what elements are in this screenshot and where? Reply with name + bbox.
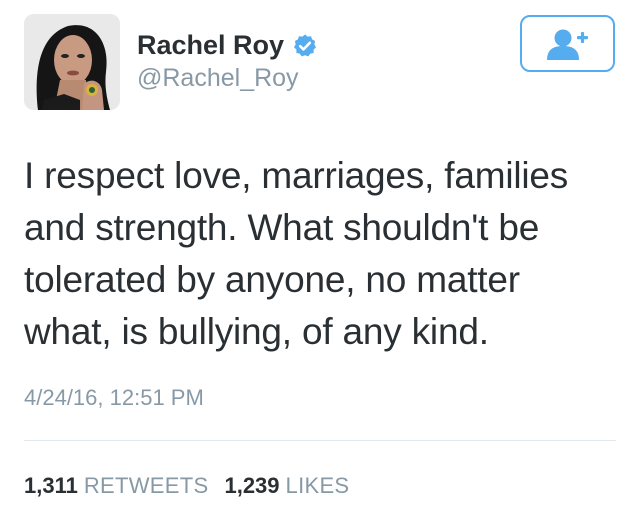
display-name[interactable]: Rachel Roy <box>137 30 318 61</box>
likes-count: 1,239 <box>224 473 280 498</box>
likes-label: LIKES <box>285 473 350 498</box>
add-user-icon <box>546 29 588 60</box>
tweet-stats: 1,311 RETWEETS 1,239 LIKES <box>24 473 349 499</box>
tweet-line: what, is bullying, of any kind. <box>24 311 489 352</box>
tweet-line: I respect love, marriages, families <box>24 155 569 196</box>
retweets-count: 1,311 <box>24 473 78 498</box>
avatar[interactable] <box>24 14 120 110</box>
verified-badge-icon <box>292 33 318 59</box>
retweets-stat[interactable]: 1,311 RETWEETS <box>24 473 208 499</box>
retweets-label: RETWEETS <box>83 473 209 498</box>
tweet-text: I respect love, marriages, families and … <box>24 150 620 358</box>
tweet-line: and strength. What shouldn't be <box>24 207 540 248</box>
follow-button[interactable] <box>520 15 615 72</box>
user-handle[interactable]: @Rachel_Roy <box>137 64 299 93</box>
likes-stat[interactable]: 1,239 LIKES <box>224 473 349 499</box>
tweet-line: tolerated by anyone, no matter <box>24 259 520 300</box>
profile-photo <box>24 14 120 110</box>
divider <box>24 440 616 441</box>
display-name-text: Rachel Roy <box>137 30 285 60</box>
tweet-timestamp[interactable]: 4/24/16, 12:51 PM <box>24 385 204 411</box>
